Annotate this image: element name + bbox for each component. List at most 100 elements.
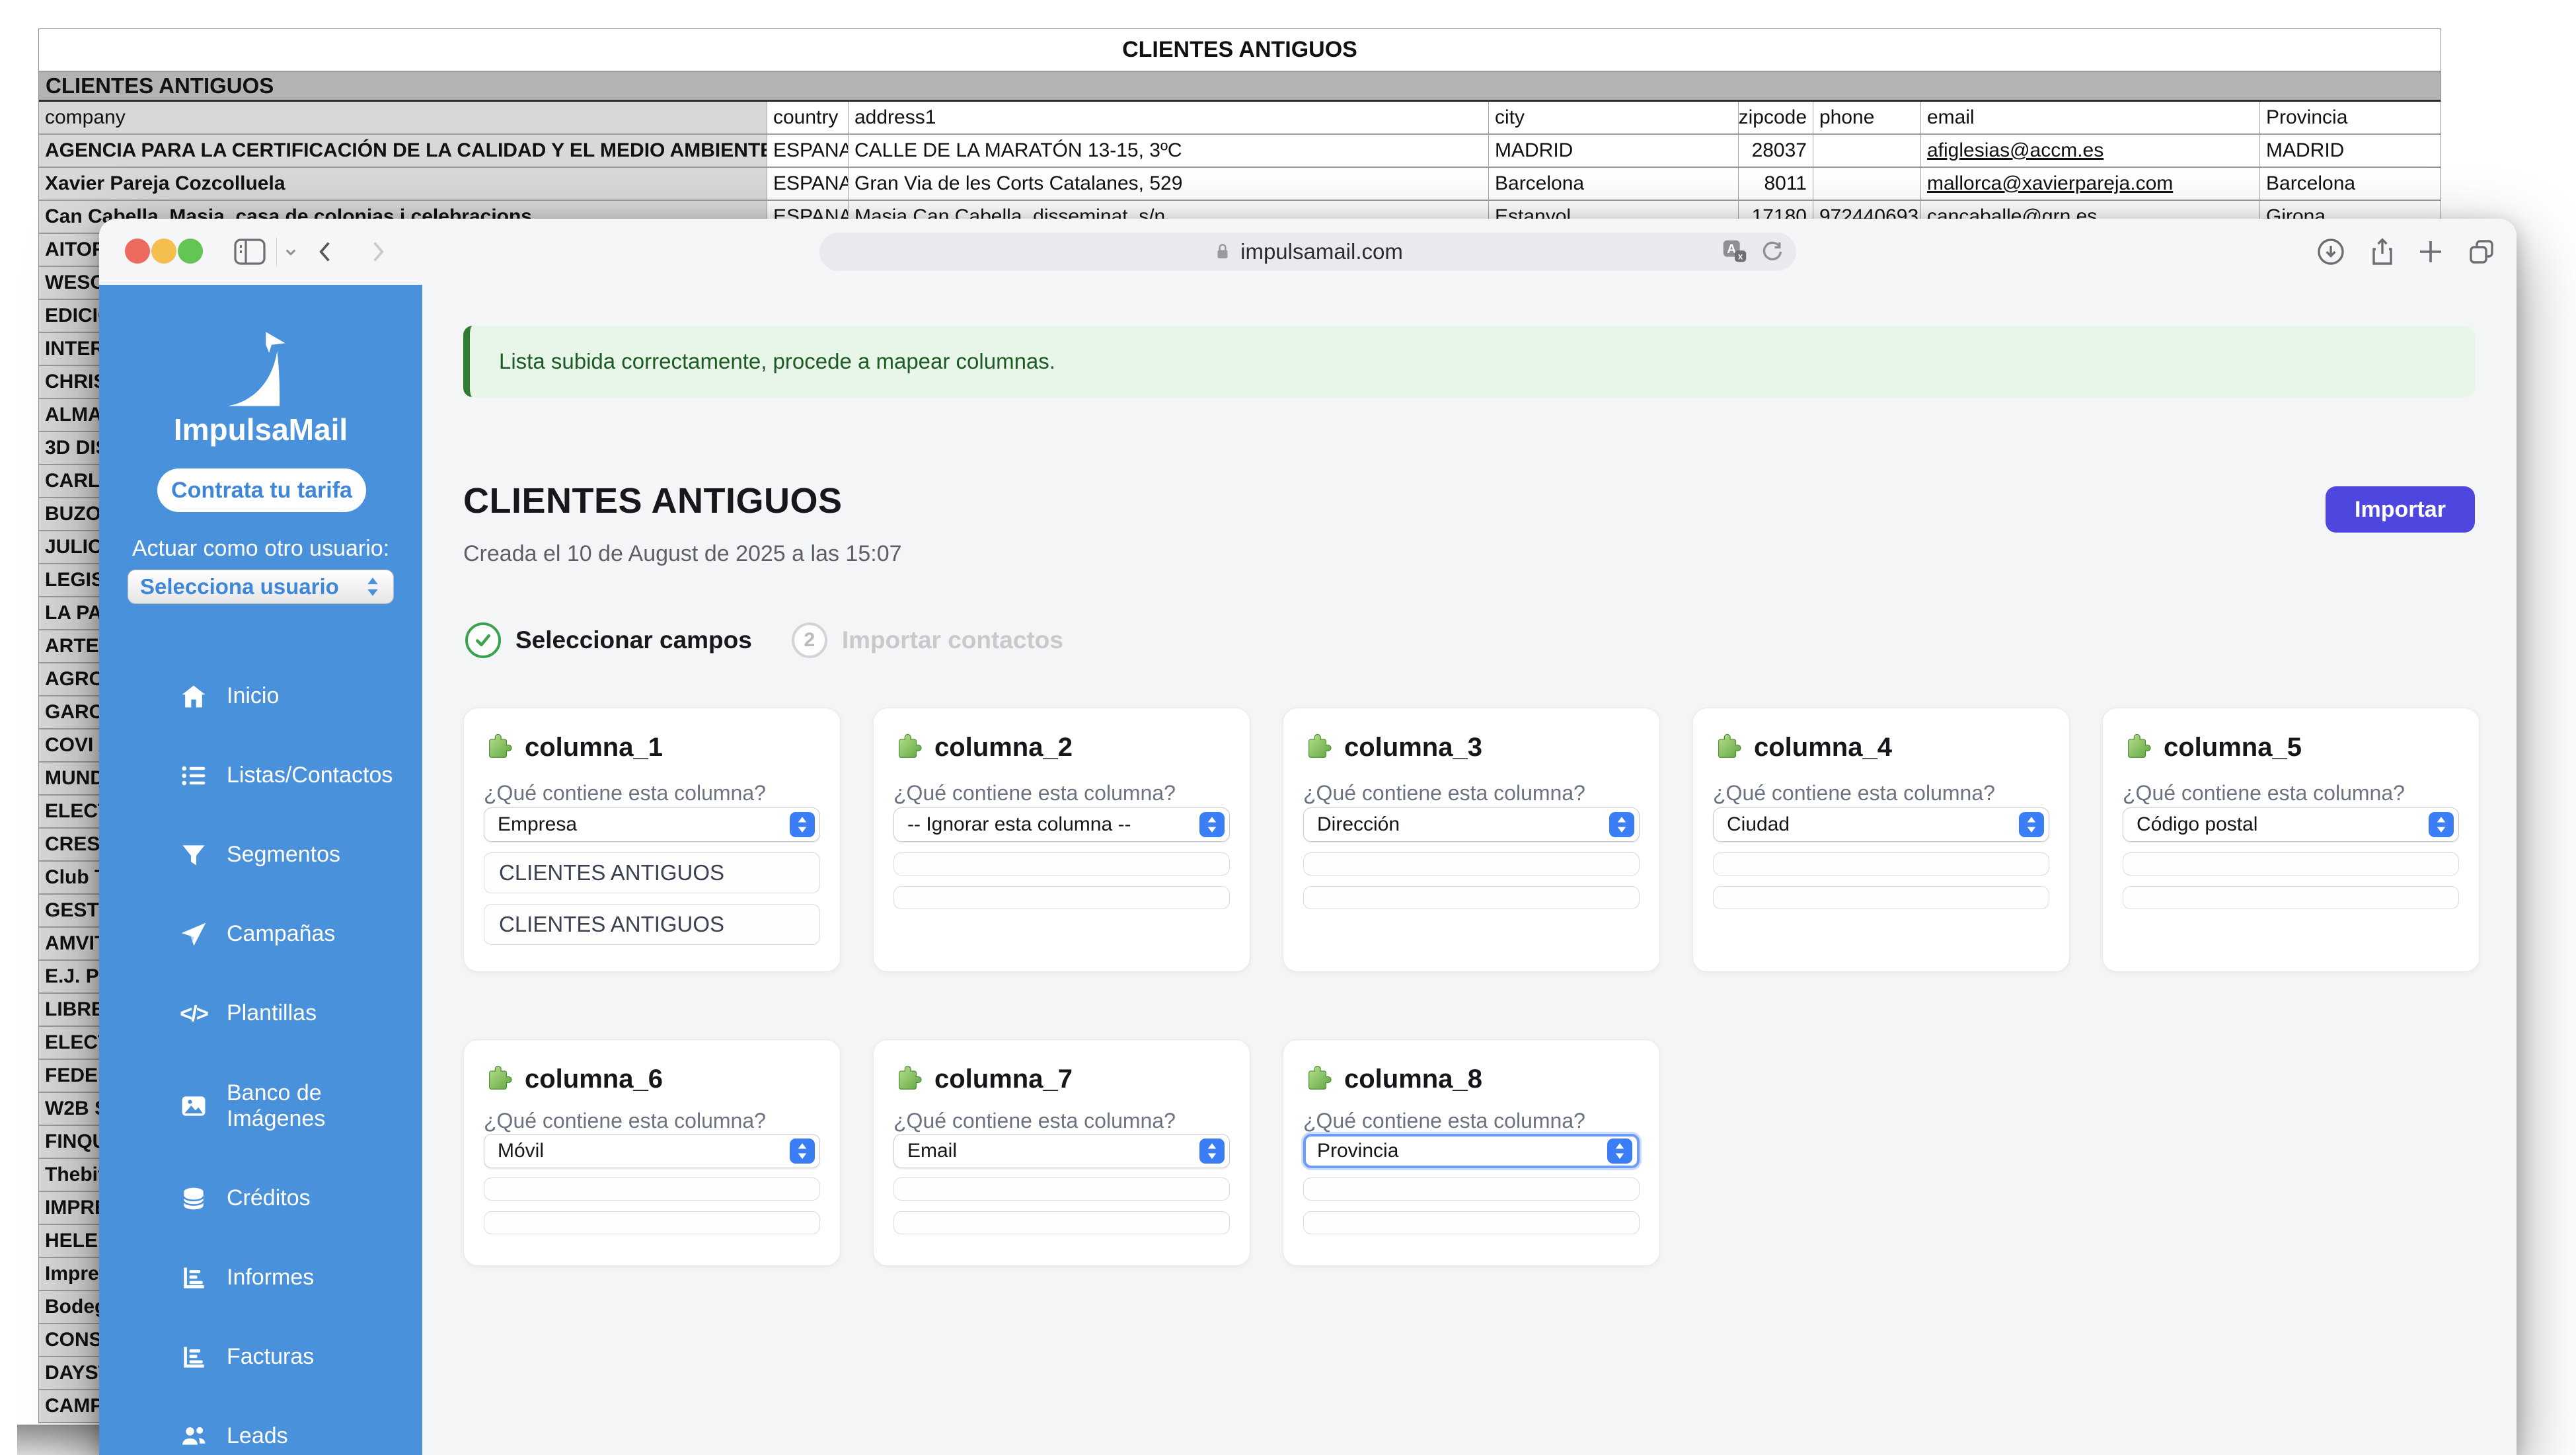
sidebar-item-plantillas[interactable]: </>Plantillas <box>99 974 422 1053</box>
puzzle-icon <box>1303 1063 1334 1096</box>
card-header: columna_8 <box>1303 1063 1482 1096</box>
zoom-window-button[interactable] <box>178 239 203 264</box>
field-select-columna_8[interactable]: Provincia <box>1303 1134 1640 1168</box>
bar-chart-icon <box>179 1343 208 1372</box>
select-stepper-icon <box>790 1138 815 1164</box>
sidebar-item-inicio[interactable]: Inicio <box>99 657 422 736</box>
field-select-columna_6[interactable]: Móvil <box>484 1134 820 1168</box>
cell-city: Barcelona <box>1489 168 1739 200</box>
select-stepper-icon <box>1609 812 1634 837</box>
sample-values <box>2123 852 2459 909</box>
sidebar-toggle-icon[interactable] <box>229 231 271 273</box>
tab-overview-icon[interactable] <box>2460 231 2503 273</box>
import-button[interactable]: Importar <box>2326 486 2475 533</box>
sidebar-item-informes[interactable]: Informes <box>99 1238 422 1318</box>
puzzle-icon <box>484 731 514 765</box>
sidebar-item-facturas[interactable]: Facturas <box>99 1318 422 1397</box>
field-select-columna_3[interactable]: Dirección <box>1303 807 1640 842</box>
field-select-columna_2[interactable]: -- Ignorar esta columna -- <box>893 807 1230 842</box>
select-stepper-icon <box>2429 812 2454 837</box>
impersonate-label: Actuar como otro usuario: <box>99 536 422 562</box>
puzzle-icon <box>893 1063 924 1096</box>
sample-value <box>893 1177 1230 1201</box>
sample-value <box>893 886 1230 909</box>
back-button-icon[interactable] <box>305 231 348 273</box>
image-icon <box>179 1092 208 1121</box>
column-header: city <box>1489 102 1739 133</box>
mapping-card-columna_1: columna_1¿Qué contiene esta columna?Empr… <box>463 708 841 972</box>
cell-phone <box>1813 168 1921 200</box>
field-select-value: Ciudad <box>1727 813 1790 836</box>
cell-company: AGENCIA PARA LA CERTIFICACIÓN DE LA CALI… <box>39 135 767 167</box>
sidebar-item-label: Listas/Contactos <box>227 763 392 788</box>
browser-toolbar: impulsamail.com A x <box>99 219 2517 285</box>
sidebar-item-cr-ditos[interactable]: Créditos <box>99 1159 422 1238</box>
user-select[interactable]: Selecciona usuario <box>128 570 394 604</box>
mapping-card-columna_6: columna_6¿Qué contiene esta columna?Móvi… <box>463 1039 841 1266</box>
share-icon[interactable] <box>2361 231 2404 273</box>
column-header: company <box>39 102 767 133</box>
field-select-columna_5[interactable]: Código postal <box>2123 807 2459 842</box>
column-header: address1 <box>849 102 1489 133</box>
field-select-value: Empresa <box>498 813 577 836</box>
sidebar-item-banco-de-im-genes[interactable]: Banco de Imágenes <box>99 1053 422 1159</box>
new-tab-icon[interactable] <box>2409 231 2452 273</box>
puzzle-icon <box>484 1063 514 1096</box>
cell-country: ESPANA <box>767 135 849 167</box>
column-question: ¿Qué contiene esta columna? <box>893 1109 1176 1133</box>
card-header: columna_4 <box>1713 731 1892 765</box>
column-question: ¿Qué contiene esta columna? <box>893 781 1176 805</box>
email-link[interactable]: afiglesias@accm.es <box>1921 135 2260 167</box>
bar-chart-icon <box>179 1263 208 1292</box>
step-number-badge: 2 <box>792 622 827 658</box>
field-select-columna_4[interactable]: Ciudad <box>1713 807 2049 842</box>
users-icon <box>179 1422 208 1451</box>
cell-phone <box>1813 135 1921 167</box>
cell-company: Xavier Pareja Cozcolluela <box>39 168 767 200</box>
app-sidebar: ImpulsaMail Contrata tu tarifa Actuar co… <box>99 285 422 1455</box>
forward-button-icon[interactable] <box>356 231 398 273</box>
puzzle-icon <box>1713 731 1743 765</box>
field-select-columna_1[interactable]: Empresa <box>484 807 820 842</box>
sidebar-item-campa-as[interactable]: Campañas <box>99 895 422 974</box>
sidebar-item-label: Facturas <box>227 1344 392 1370</box>
minimize-window-button[interactable] <box>151 239 176 264</box>
sample-values <box>893 852 1230 909</box>
field-select-columna_7[interactable]: Email <box>893 1134 1230 1168</box>
email-link[interactable]: mallorca@xavierpareja.com <box>1921 168 2260 200</box>
contract-plan-button[interactable]: Contrata tu tarifa <box>157 468 366 512</box>
cell-city: MADRID <box>1489 135 1739 167</box>
mapping-card-columna_4: columna_4¿Qué contiene esta columna?Ciud… <box>1692 708 2070 972</box>
sidebar-item-listas-contactos[interactable]: Listas/Contactos <box>99 736 422 815</box>
select-stepper-icon <box>790 812 815 837</box>
sample-value <box>1303 852 1640 876</box>
translate-icon[interactable]: A x <box>1720 237 1750 272</box>
sidebar-item-segmentos[interactable]: Segmentos <box>99 815 422 895</box>
sample-value <box>2123 852 2459 876</box>
sidebar-item-label: Inicio <box>227 683 392 709</box>
card-title: columna_1 <box>525 733 663 763</box>
puzzle-icon <box>2123 731 2153 765</box>
main-content: Lista subida correctamente, procede a ma… <box>422 285 2517 1455</box>
cell-zipcode: 8011 <box>1739 168 1813 200</box>
mapping-card-columna_8: columna_8¿Qué contiene esta columna?Prov… <box>1283 1039 1660 1266</box>
column-header: zipcode <box>1739 102 1813 133</box>
close-window-button[interactable] <box>125 239 150 264</box>
card-header: columna_5 <box>2123 731 2302 765</box>
card-title: columna_6 <box>525 1064 663 1094</box>
impulsamail-logo-icon <box>99 327 422 412</box>
spreadsheet-title-row: CLIENTES ANTIGUOS <box>39 29 2441 72</box>
brand-name: ImpulsaMail <box>99 412 422 447</box>
sample-values <box>484 1177 820 1234</box>
select-stepper-icon <box>1199 812 1225 837</box>
sidebar-item-leads[interactable]: Leads <box>99 1397 422 1455</box>
spreadsheet-band-row: CLIENTES ANTIGUOS <box>39 72 2441 102</box>
mapping-card-columna_2: columna_2¿Qué contiene esta columna?-- I… <box>873 708 1250 972</box>
cell-country: ESPANA <box>767 168 849 200</box>
reload-icon[interactable] <box>1759 239 1786 270</box>
sidebar-nav: Inicio Listas/Contactos SegmentosCampañas<… <box>99 657 422 1455</box>
address-bar[interactable]: impulsamail.com A x <box>819 233 1796 271</box>
funnel-icon <box>179 840 208 870</box>
downloads-icon[interactable] <box>2310 231 2352 273</box>
sample-values <box>1303 852 1640 909</box>
